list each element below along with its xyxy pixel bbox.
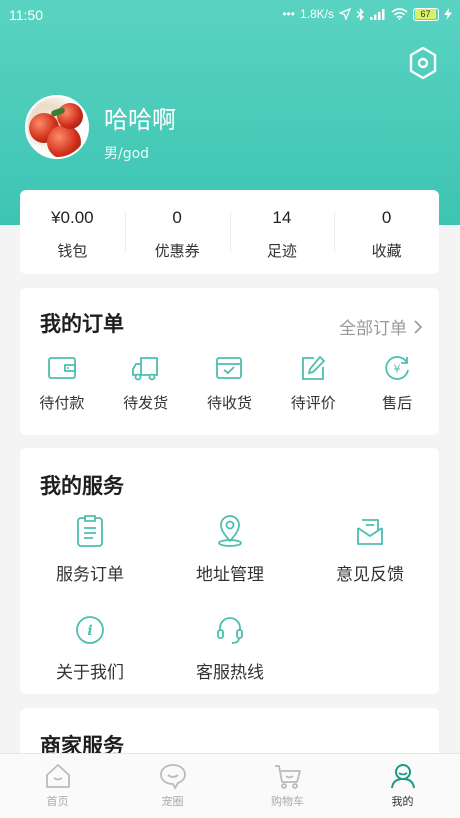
status-time: 11:50	[9, 7, 43, 23]
info-icon: i	[76, 616, 104, 644]
orders-card: 我的订单 全部订单 待付款 待发货 待收货 待评价 ¥ 售后	[20, 288, 439, 435]
chat-icon	[159, 764, 186, 790]
tab-cart[interactable]: 购物车	[230, 754, 345, 818]
tab-label: 购物车	[271, 795, 304, 808]
service-feedback[interactable]: 意见反馈	[310, 514, 430, 585]
service-label: 意见反馈	[336, 565, 404, 585]
tab-mine[interactable]: 我的	[345, 754, 460, 818]
profile-icon	[390, 764, 415, 789]
network-speed: 1.8K/s	[299, 7, 334, 21]
bottom-tab-bar: 首页 宠圈 购物车 我的	[0, 753, 460, 818]
all-orders-label: 全部订单	[339, 319, 407, 339]
headset-icon	[217, 617, 243, 644]
stat-value: 0	[172, 208, 182, 227]
order-pending-shipment[interactable]: 待发货	[110, 354, 182, 413]
wifi-icon	[391, 8, 408, 20]
svg-text:i: i	[87, 623, 92, 639]
order-label: 售后	[382, 394, 413, 412]
service-label: 关于我们	[56, 663, 124, 683]
stat-label: 钱包	[57, 242, 88, 260]
service-address[interactable]: 地址管理	[170, 514, 290, 585]
tab-home[interactable]: 首页	[0, 754, 115, 818]
stat-coupons[interactable]: 0 优惠券	[124, 190, 230, 274]
service-orders[interactable]: 服务订单	[30, 514, 150, 585]
tab-label: 宠圈	[161, 795, 184, 808]
clipboard-icon	[77, 515, 103, 547]
bluetooth-icon	[356, 7, 364, 21]
stats-card: ¥0.00 钱包 0 优惠券 14 足迹 0 收藏	[20, 190, 439, 274]
user-subtitle: 男/god	[104, 146, 150, 162]
service-label: 客服热线	[196, 663, 264, 683]
svg-text:¥: ¥	[394, 363, 401, 376]
all-orders-link[interactable]: 全部订单	[339, 314, 423, 339]
order-pending-review[interactable]: 待评价	[277, 354, 349, 413]
username: 哈哈啊	[104, 106, 176, 134]
service-label: 地址管理	[196, 565, 264, 585]
wallet-icon	[47, 357, 76, 379]
signal-icon	[370, 9, 385, 20]
order-label: 待付款	[39, 394, 85, 412]
stat-value: 0	[381, 208, 392, 227]
order-pending-receipt[interactable]: 待收货	[193, 354, 265, 413]
settings-icon[interactable]	[408, 46, 438, 80]
cart-icon	[274, 765, 301, 789]
charging-icon	[444, 8, 452, 20]
battery-icon: 67	[413, 7, 439, 21]
chevron-right-icon	[414, 319, 423, 334]
stat-value: 14	[272, 208, 292, 227]
refund-icon: ¥	[385, 356, 409, 380]
orders-title: 我的订单	[40, 312, 124, 336]
edit-icon	[302, 355, 326, 380]
order-label: 待收货	[206, 394, 252, 412]
location-arrow-icon	[339, 8, 351, 20]
order-label: 待发货	[123, 394, 169, 412]
stat-label: 足迹	[266, 242, 297, 260]
tab-circle[interactable]: 宠圈	[115, 754, 230, 818]
services-title: 我的服务	[40, 474, 124, 498]
stat-wallet[interactable]: ¥0.00 钱包	[20, 190, 125, 274]
tab-label: 我的	[391, 795, 414, 808]
stat-footprints[interactable]: 14 足迹	[229, 190, 335, 274]
service-about[interactable]: i 关于我们	[30, 614, 150, 683]
order-label: 待评价	[290, 394, 336, 412]
home-icon	[45, 764, 70, 788]
stat-label: 收藏	[371, 242, 402, 260]
service-label: 服务订单	[56, 565, 124, 585]
battery-level: 67	[415, 8, 436, 19]
stat-favorites[interactable]: 0 收藏	[334, 190, 439, 274]
location-icon	[218, 515, 242, 547]
truck-icon	[131, 357, 158, 381]
service-hotline[interactable]: 客服热线	[170, 614, 290, 683]
tab-label: 首页	[46, 795, 69, 808]
services-card: 我的服务 服务订单 地址管理 意见反馈 i 关于我们 客服热线	[20, 448, 439, 694]
status-bar: 11:50 ••• 1.8K/s 67	[0, 0, 460, 32]
mail-icon	[357, 519, 383, 545]
box-icon	[216, 357, 243, 379]
stat-value: ¥0.00	[51, 208, 94, 227]
order-pending-payment[interactable]: 待付款	[26, 354, 98, 413]
avatar[interactable]	[25, 95, 89, 159]
stat-label: 优惠券	[154, 242, 200, 260]
dots-icon: •••	[282, 7, 295, 21]
order-after-sale[interactable]: ¥ 售后	[361, 354, 433, 413]
